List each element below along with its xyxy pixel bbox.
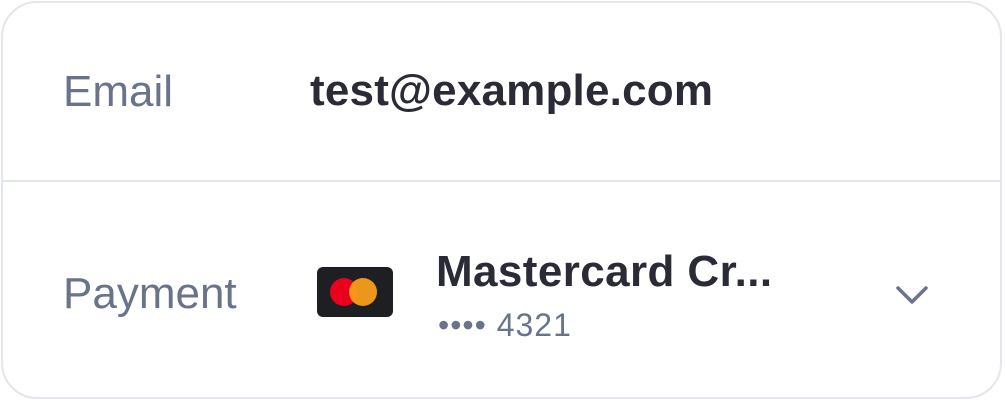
payment-card-name: Mastercard Cr... xyxy=(436,247,773,296)
payment-label: Payment xyxy=(63,269,237,318)
email-value: test@example.com xyxy=(310,66,714,115)
payment-card-number: •••• 4321 xyxy=(438,307,572,343)
account-summary-card: Email test@example.com Payment Mastercar… xyxy=(1,1,1002,399)
email-label: Email xyxy=(63,67,174,116)
chevron-down-icon[interactable] xyxy=(892,280,932,310)
email-row: Email test@example.com xyxy=(3,3,1000,180)
payment-row[interactable]: Payment Mastercard Cr... •••• 4321 xyxy=(3,182,1000,397)
mastercard-yellow-circle xyxy=(349,278,377,306)
mastercard-logo-icon xyxy=(317,267,393,317)
